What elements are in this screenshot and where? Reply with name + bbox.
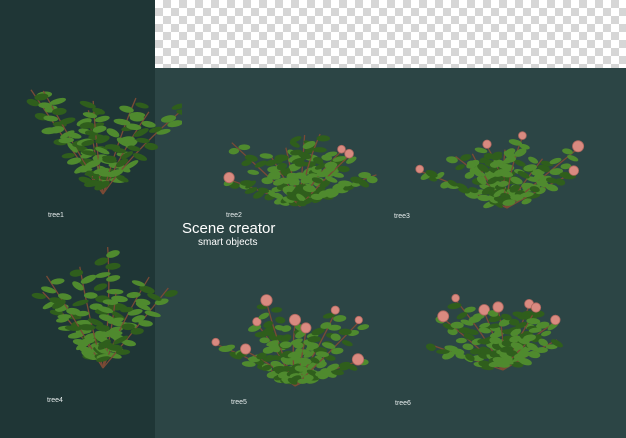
- scene-title: Scene creator: [182, 220, 276, 237]
- plant-leaf: [306, 342, 319, 350]
- plant-flower: [211, 337, 220, 347]
- plant-leaf: [425, 343, 436, 351]
- plant-leaf: [337, 165, 350, 173]
- plant-tree2: [223, 133, 378, 207]
- plant-flower: [492, 301, 504, 313]
- transparency-checkerboard: [155, 0, 626, 68]
- plant-flower: [572, 140, 585, 153]
- plant-flower: [354, 315, 363, 325]
- label-tree6: tree6: [395, 400, 411, 407]
- plant-flower: [344, 148, 354, 159]
- plant-leaf: [447, 302, 462, 310]
- plant-leaf: [275, 316, 286, 324]
- plant-leaf: [176, 109, 182, 116]
- plant-tree1: [26, 89, 182, 195]
- plant-tree6: [425, 293, 563, 371]
- plant-leaf: [135, 102, 149, 109]
- plant-flower: [451, 293, 460, 303]
- plant-leaf: [126, 291, 141, 299]
- plant-leaf: [141, 120, 156, 128]
- plant-flower: [260, 294, 273, 307]
- label-tree2: tree2: [226, 212, 242, 219]
- plant-leaf: [271, 307, 283, 313]
- plant-flower: [482, 139, 492, 149]
- plant-leaf: [105, 262, 121, 270]
- plant-flower: [330, 305, 340, 315]
- plant-tree5: [211, 294, 370, 387]
- plant-flower: [518, 131, 527, 140]
- plant-leaf: [41, 286, 57, 294]
- plant-leaf: [455, 337, 467, 344]
- plant-leaf: [144, 310, 161, 318]
- scene-subtitle: smart objects: [198, 237, 258, 248]
- plant-leaf: [316, 135, 331, 142]
- plant-leaf: [341, 340, 353, 347]
- plant-flower: [240, 343, 252, 355]
- label-tree1: tree1: [48, 212, 64, 219]
- plant-leaf: [567, 155, 579, 162]
- plant-leaf: [93, 283, 108, 291]
- plant-flower: [300, 322, 312, 334]
- label-tree3: tree3: [394, 213, 410, 220]
- plant-flower: [415, 164, 424, 174]
- plant-flower: [289, 313, 302, 326]
- plant-tree4: [31, 247, 178, 369]
- plant-flower: [437, 310, 450, 323]
- plant-flower: [550, 314, 561, 326]
- label-tree5: tree5: [231, 399, 247, 406]
- plant-tree3: [415, 131, 585, 209]
- plant-flower: [351, 353, 365, 366]
- plant-leaf: [333, 315, 347, 322]
- plant-leaf: [247, 169, 260, 175]
- plant-flower: [223, 172, 235, 184]
- plant-leaf: [357, 324, 370, 331]
- label-tree4: tree4: [47, 397, 63, 404]
- plant-leaf: [455, 164, 465, 171]
- plant-flower: [568, 165, 580, 176]
- plant-flower: [337, 144, 346, 154]
- plant-leaf: [274, 154, 289, 162]
- plant-leaf: [238, 144, 251, 151]
- plant-leaf: [259, 153, 273, 159]
- plant-leaf: [528, 156, 539, 164]
- plant-flower: [530, 302, 542, 313]
- plant-leaf: [136, 137, 150, 144]
- plant-leaf: [259, 337, 270, 344]
